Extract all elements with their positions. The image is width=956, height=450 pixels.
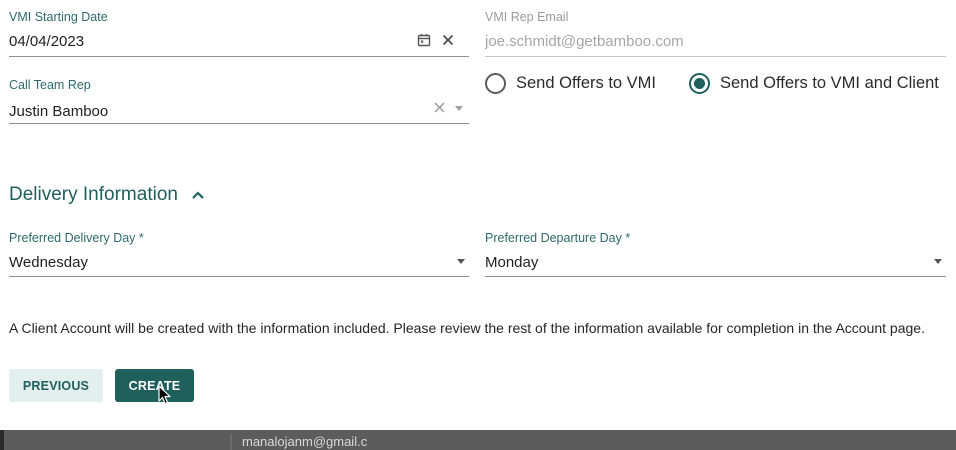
field-underline (485, 276, 946, 277)
preferred-departure-day-select[interactable]: Monday (485, 254, 538, 271)
field-underline (485, 56, 946, 57)
dropdown-arrow-icon[interactable] (455, 106, 463, 111)
mouse-cursor-icon (158, 385, 172, 410)
clear-date-icon[interactable] (442, 34, 454, 46)
call-team-rep-field[interactable]: Call Team Rep Justin Bamboo (9, 78, 469, 125)
previous-button[interactable]: PREVIOUS (9, 369, 103, 402)
background-edge (0, 430, 4, 450)
call-team-rep-select[interactable]: Justin Bamboo (9, 103, 108, 120)
radio-label: Send Offers to VMI and Client (720, 73, 939, 92)
radio-send-offers-vmi[interactable]: Send Offers to VMI (485, 71, 656, 95)
field-underline (9, 123, 469, 124)
create-client-form: VMI Starting Date 04/04/2023 VMI Rep Ema… (0, 0, 956, 430)
preferred-departure-day-label: Preferred Departure Day * (485, 231, 631, 245)
background-divider (230, 434, 232, 450)
create-button[interactable]: CREATE (115, 369, 194, 402)
section-title: Delivery Information (9, 184, 178, 205)
dropdown-arrow-icon[interactable] (934, 259, 942, 264)
call-team-rep-label: Call Team Rep (9, 78, 91, 92)
radio-checked-icon[interactable] (689, 72, 710, 94)
account-creation-info-message: A Client Account will be created with th… (9, 320, 925, 336)
vmi-rep-email-input: joe.schmidt@getbamboo.com (485, 33, 684, 50)
preferred-delivery-day-field[interactable]: Preferred Delivery Day * Wednesday (9, 231, 469, 278)
preferred-delivery-day-label: Preferred Delivery Day * (9, 231, 144, 245)
dropdown-arrow-icon[interactable] (457, 259, 465, 264)
vmi-starting-date-label: VMI Starting Date (9, 10, 108, 24)
chevron-up-icon[interactable] (192, 191, 205, 199)
vmi-starting-date-input[interactable]: 04/04/2023 (9, 33, 84, 50)
radio-label: Send Offers to VMI (516, 73, 657, 92)
background-email-text: manalojanm@gmail.c (242, 434, 368, 449)
vmi-rep-email-field: VMI Rep Email joe.schmidt@getbamboo.com (485, 10, 946, 57)
radio-unchecked-icon[interactable] (485, 72, 506, 94)
preferred-departure-day-field[interactable]: Preferred Departure Day * Monday (485, 231, 946, 278)
delivery-section-header[interactable]: Delivery Information (9, 184, 205, 206)
vmi-starting-date-field[interactable]: VMI Starting Date 04/04/2023 (9, 10, 469, 57)
calendar-icon[interactable] (417, 33, 431, 47)
clear-selection-icon[interactable] (434, 102, 445, 113)
field-underline (9, 276, 469, 277)
field-underline (9, 56, 469, 57)
preferred-delivery-day-select[interactable]: Wednesday (9, 254, 88, 271)
vmi-rep-email-label: VMI Rep Email (485, 10, 569, 24)
background-page: manalojanm@gmail.c (0, 430, 956, 450)
radio-send-offers-vmi-and-client[interactable]: Send Offers to VMI and Client (689, 71, 939, 95)
